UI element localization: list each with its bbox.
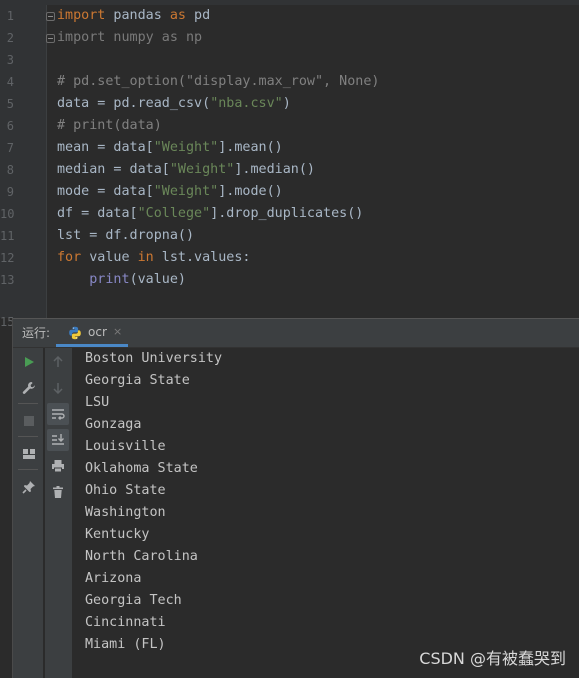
code-token: ].median() bbox=[234, 162, 315, 177]
output-line: Arizona bbox=[85, 571, 142, 586]
output-line: Boston University bbox=[85, 351, 223, 366]
code-token: pandas bbox=[105, 8, 170, 23]
code-line[interactable]: median = data["Weight"].median() bbox=[57, 159, 315, 181]
output-line: LSU bbox=[85, 395, 110, 410]
up-arrow-icon[interactable] bbox=[47, 351, 69, 373]
fold-marker-icon[interactable] bbox=[46, 12, 55, 21]
print-icon[interactable] bbox=[47, 455, 69, 477]
code-token: lst.values: bbox=[153, 250, 251, 265]
line-number: 12 bbox=[0, 251, 15, 265]
line-number: 5 bbox=[6, 97, 14, 111]
code-line[interactable]: lst = df.dropna() bbox=[57, 225, 194, 247]
code-token: df = data[ bbox=[57, 206, 138, 221]
run-toolbar-right bbox=[45, 348, 72, 678]
code-token: as bbox=[169, 8, 186, 23]
code-token: import bbox=[57, 8, 106, 23]
line-number: 2 bbox=[6, 31, 14, 45]
toolbar-divider bbox=[18, 469, 38, 470]
line-number: 4 bbox=[6, 75, 14, 89]
line-number: 3 bbox=[6, 53, 14, 67]
toolbar-divider bbox=[18, 436, 38, 437]
console-output[interactable]: Boston University Georgia State LSU Gonz… bbox=[73, 348, 579, 678]
line-number: 8 bbox=[6, 163, 14, 177]
line-number: 9 bbox=[6, 185, 14, 199]
code-line[interactable]: import pandas as pd bbox=[57, 5, 210, 27]
code-token: in bbox=[137, 250, 154, 265]
code-token: mean = data[ bbox=[57, 140, 154, 155]
code-token: ].drop_duplicates() bbox=[210, 206, 364, 221]
line-number: 10 bbox=[0, 207, 15, 221]
toolbar-divider bbox=[18, 403, 38, 404]
tab-ocr[interactable]: ocr × bbox=[56, 319, 128, 347]
output-line: Georgia State bbox=[85, 373, 190, 388]
code-token: lst = df.dropna() bbox=[57, 228, 195, 243]
code-token: pd bbox=[186, 8, 211, 23]
code-token: import numpy as np bbox=[57, 30, 203, 45]
code-token: for bbox=[57, 250, 82, 265]
line-number: 7 bbox=[6, 141, 14, 155]
code-token: value bbox=[81, 250, 138, 265]
run-panel-title: 运行: bbox=[22, 326, 51, 340]
line-number: 13 bbox=[0, 273, 15, 287]
tab-label: ocr bbox=[88, 325, 107, 339]
fold-marker-icon[interactable] bbox=[46, 34, 55, 43]
code-line[interactable]: mean = data["Weight"].mean() bbox=[57, 137, 283, 159]
line-number: 1 bbox=[6, 9, 14, 23]
code-line[interactable]: mode = data["Weight"].mode() bbox=[57, 181, 283, 203]
code-token: "Weight" bbox=[153, 184, 219, 199]
stop-icon[interactable] bbox=[18, 410, 40, 432]
code-token: median = data[ bbox=[57, 162, 170, 177]
output-line: Gonzaga bbox=[85, 417, 142, 432]
code-line[interactable]: for value in lst.values: bbox=[57, 247, 251, 269]
run-icon[interactable] bbox=[18, 351, 40, 373]
code-token: print bbox=[89, 272, 130, 287]
run-tool-window: 运行: ocr × Boston University Georgia Stat… bbox=[12, 318, 579, 678]
output-line: Louisville bbox=[85, 439, 166, 454]
code-line[interactable]: print(value) bbox=[57, 269, 186, 291]
trash-icon[interactable] bbox=[47, 481, 69, 503]
code-line[interactable]: data = pd.read_csv("nba.csv") bbox=[57, 93, 291, 115]
code-line[interactable]: # print(data) bbox=[57, 115, 162, 137]
wrench-icon[interactable] bbox=[18, 377, 40, 399]
code-token: ) bbox=[282, 96, 291, 111]
code-token: # pd.set_option("display.max_row", None) bbox=[57, 74, 380, 89]
scroll-to-end-icon[interactable] bbox=[47, 429, 69, 451]
code-token: data = pd.read_csv( bbox=[57, 96, 211, 111]
run-toolbar-left bbox=[13, 348, 43, 678]
code-token: "nba.csv" bbox=[210, 96, 283, 111]
code-token: "College" bbox=[137, 206, 211, 221]
code-token: (value) bbox=[129, 272, 186, 287]
code-line[interactable]: import numpy as np bbox=[57, 27, 202, 49]
pin-icon[interactable] bbox=[18, 476, 40, 498]
code-token: ].mean() bbox=[218, 140, 283, 155]
line-number: 11 bbox=[0, 229, 15, 243]
layout-icon[interactable] bbox=[18, 443, 40, 465]
output-line: Georgia Tech bbox=[85, 593, 182, 608]
output-line: Ohio State bbox=[85, 483, 166, 498]
output-line: Kentucky bbox=[85, 527, 150, 542]
output-line: North Carolina bbox=[85, 549, 198, 564]
output-line: Oklahoma State bbox=[85, 461, 198, 476]
close-icon[interactable]: × bbox=[113, 319, 122, 345]
down-arrow-icon[interactable] bbox=[47, 377, 69, 399]
line-number-gutter: 1 2 3 4 5 6 7 8 9 10 11 12 13 15 bbox=[0, 5, 47, 329]
soft-wrap-icon[interactable] bbox=[47, 403, 69, 425]
code-line[interactable]: # pd.set_option("display.max_row", None) bbox=[57, 71, 379, 93]
code-token: ].mode() bbox=[218, 184, 283, 199]
code-token: mode = data[ bbox=[57, 184, 154, 199]
line-number: 6 bbox=[6, 119, 14, 133]
python-icon bbox=[69, 326, 81, 340]
code-editor[interactable]: 1 2 3 4 5 6 7 8 9 10 11 12 13 15 import … bbox=[0, 0, 579, 329]
watermark: CSDN @有被蠢哭到 bbox=[419, 649, 566, 668]
output-line: Cincinnati bbox=[85, 615, 166, 630]
code-token: "Weight" bbox=[153, 140, 219, 155]
output-line: Miami (FL) bbox=[85, 637, 166, 652]
output-line: Washington bbox=[85, 505, 166, 520]
code-line[interactable]: df = data["College"].drop_duplicates() bbox=[57, 203, 363, 225]
code-token: "Weight" bbox=[169, 162, 235, 177]
run-panel-header: 运行: ocr × bbox=[13, 319, 579, 348]
code-token: # print(data) bbox=[57, 118, 162, 133]
